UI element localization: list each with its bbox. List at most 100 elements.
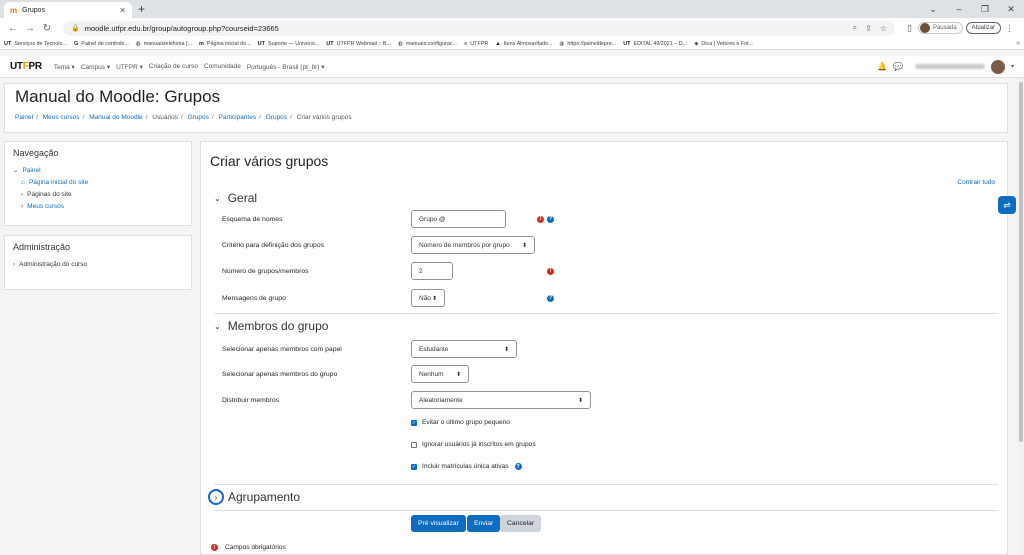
lock-icon[interactable]: 🔒 xyxy=(71,24,80,32)
admin-course-item[interactable]: › Administração do curso xyxy=(13,259,183,271)
naming-scheme-input[interactable]: Grupo @ xyxy=(411,210,506,228)
bookmark-item[interactable]: ◍ https://paineldepre... xyxy=(560,41,617,47)
bookmark-item[interactable]: UT EDITAL 49/2021 – D... xyxy=(623,41,687,47)
breadcrumb-painel[interactable]: Painel xyxy=(15,114,33,121)
section-members-header[interactable]: ⌄ Membros do grupo xyxy=(214,319,328,333)
bookmark-star-icon[interactable]: ☆ xyxy=(880,24,887,33)
user-avatar[interactable] xyxy=(990,59,1005,74)
main-content: Criar vários grupos Contrair tudo ⌄ Gera… xyxy=(200,141,1008,555)
url-text[interactable]: moodle.utfpr.edu.br/group/autogroup.php?… xyxy=(85,24,845,33)
chevron-down-icon: ⌄ xyxy=(214,321,221,331)
utfpr-bookmark-icon: UT xyxy=(257,40,265,47)
new-tab-icon[interactable]: + xyxy=(138,2,145,16)
image-icon: ▲ xyxy=(495,40,501,47)
criterion-select[interactable]: Número de membros por grupo ⬍ xyxy=(411,236,535,254)
browser-menu-icon[interactable]: ⋮ xyxy=(1005,23,1014,34)
utfpr-bookmark-icon: UT xyxy=(4,40,12,47)
form-title: Criar vários grupos xyxy=(210,153,329,169)
submit-button[interactable]: Enviar xyxy=(467,515,501,532)
bookmark-item[interactable]: ◈ Dica | Vetores e Fot... xyxy=(694,41,753,47)
side-panel-icon[interactable]: ▯ xyxy=(907,23,912,34)
nav-site-pages[interactable]: › Páginas do site xyxy=(13,189,183,201)
accessibility-toggle-button[interactable]: ⇌ xyxy=(998,196,1016,214)
help-icon[interactable]: ? xyxy=(547,215,554,223)
checkbox-checked-icon[interactable]: ✓ xyxy=(411,463,417,470)
cancel-button[interactable]: Cancelar xyxy=(500,515,542,532)
breadcrumb-meus-cursos[interactable]: Meus cursos xyxy=(43,114,80,121)
required-icon: ! xyxy=(211,544,218,551)
bookmark-item[interactable]: UT UTFPR Webmail :: B... xyxy=(326,41,391,47)
nav-painel[interactable]: ⌄ Painel xyxy=(13,165,183,177)
breadcrumb-grupos-2[interactable]: Grupos xyxy=(266,114,287,121)
check-avoid-last-small[interactable]: ✓ Evitar o último grupo pequeno xyxy=(411,419,510,426)
menu-comunidade[interactable]: Comunidade xyxy=(204,63,241,70)
zoom-icon[interactable]: ⌕ xyxy=(853,23,857,33)
section-divider xyxy=(214,313,998,314)
help-icon[interactable]: ? xyxy=(547,294,554,302)
browser-tab[interactable]: m Grupos ✕ xyxy=(4,2,132,18)
breadcrumb-grupos[interactable]: Grupos xyxy=(188,114,209,121)
share-icon[interactable]: ⇪ xyxy=(865,24,872,33)
bookmark-item[interactable]: m Página inicial do... xyxy=(199,41,251,47)
profile-paused-button[interactable]: Pausada xyxy=(917,22,963,34)
collapse-all-link[interactable]: Contrair tudo xyxy=(957,179,995,186)
reload-icon[interactable]: ↻ xyxy=(40,23,54,34)
checkbox-icon[interactable] xyxy=(411,441,417,448)
nav-home[interactable]: ⌂ Página inicial do site xyxy=(13,177,183,189)
page-header: Manual do Moodle: Grupos Painel / Meus cu… xyxy=(4,83,1008,133)
breadcrumb-course[interactable]: Manual do Moodle xyxy=(89,114,142,121)
row-criterion: Critério para definição dos grupos xyxy=(222,241,325,249)
checkbox-checked-icon[interactable]: ✓ xyxy=(411,419,417,426)
language-menu[interactable]: Português - Brasil (pt_br) ▾ xyxy=(247,63,325,71)
group-select[interactable]: Nenhum ⬍ xyxy=(411,365,469,383)
breadcrumb-participantes[interactable]: Participantes xyxy=(219,114,257,121)
bookmark-item[interactable]: ◍ manuaistelefonia [... xyxy=(136,41,192,47)
chat-icon[interactable]: 💬 xyxy=(893,62,903,71)
browser-tab-bar: m Grupos ✕ + ⌄ – ❐ ✕ xyxy=(0,0,1024,18)
utfpr-logo[interactable]: UTFPR xyxy=(10,61,42,72)
bookmark-item[interactable]: ▲ Itens Almoxarifado... xyxy=(495,41,552,47)
bookmark-item[interactable]: ≡ UTFPR xyxy=(464,41,488,47)
forward-icon[interactable]: → xyxy=(23,23,37,34)
page-scrollbar[interactable] xyxy=(1018,78,1024,555)
menu-criacao-curso[interactable]: Criação de curso xyxy=(149,63,198,70)
bookmark-item[interactable]: ◍ manuais:configurac... xyxy=(398,41,457,47)
user-name-blurred[interactable] xyxy=(914,64,985,69)
bookmarks-bar: UT Serviços de Tecnolo... G Painel de cont… xyxy=(0,38,1024,50)
scrollbar-thumb[interactable] xyxy=(1019,82,1023,442)
more-bookmarks-icon[interactable]: » xyxy=(1016,40,1020,47)
role-select[interactable]: Estudante ⬍ xyxy=(411,340,517,358)
menu-utfpr[interactable]: UTFPR ▾ xyxy=(116,63,143,71)
menu-tema[interactable]: Tema ▾ xyxy=(54,63,75,71)
check-include-active[interactable]: ✓ Incluir matrículas única ativas ? xyxy=(411,463,522,470)
bell-icon[interactable]: 🔔 xyxy=(877,62,887,71)
nav-my-courses[interactable]: › Meus cursos xyxy=(13,201,183,213)
close-tab-icon[interactable]: ✕ xyxy=(119,6,126,15)
check-ignore-enrolled[interactable]: Ignorar usuários já inscritos em grupos xyxy=(411,441,536,448)
number-input[interactable]: 2 xyxy=(411,262,453,280)
navigation-block-title: Navegação xyxy=(13,148,59,158)
section-general-header[interactable]: ⌄ Geral xyxy=(214,191,257,205)
preview-button[interactable]: Pré visualizar xyxy=(411,515,466,532)
update-button[interactable]: Atualizar xyxy=(965,22,1001,34)
help-icon[interactable]: ? xyxy=(514,463,522,470)
address-bar[interactable]: 🔒 moodle.utfpr.edu.br/group/autogroup.ph… xyxy=(63,20,896,36)
chevron-right-icon[interactable]: › xyxy=(208,489,224,505)
select-arrows-icon: ⬍ xyxy=(503,346,509,353)
back-icon[interactable]: ← xyxy=(6,23,20,34)
close-window-icon[interactable]: ✕ xyxy=(998,0,1024,18)
messaging-select[interactable]: Não ⬍ xyxy=(411,289,445,307)
row-allocate: Distribuir membros xyxy=(222,396,280,404)
allocate-select[interactable]: Aleatoriamente ⬍ xyxy=(411,391,591,409)
maximize-icon[interactable]: ❐ xyxy=(972,0,998,18)
user-menu-chevron-icon[interactable]: ▾ xyxy=(1011,63,1014,70)
minimize-icon[interactable]: – xyxy=(946,0,972,18)
section-grouping-header[interactable]: › Agrupamento xyxy=(208,489,300,505)
bookmark-item[interactable]: UT Serviços de Tecnolo... xyxy=(4,41,67,47)
bookmark-item[interactable]: UT Suporte — Universi... xyxy=(258,41,320,47)
required-icon: ! xyxy=(547,267,554,275)
utfpr-bookmark-icon: UT xyxy=(623,40,631,47)
menu-campus[interactable]: Campus ▾ xyxy=(81,63,110,71)
tab-search-icon[interactable]: ⌄ xyxy=(920,0,946,18)
bookmark-item[interactable]: G Painel de controle... xyxy=(74,41,129,47)
